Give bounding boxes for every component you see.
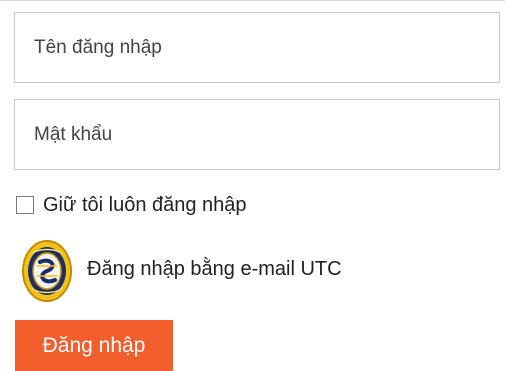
remember-me-label[interactable]: Giữ tôi luôn đăng nhập <box>43 193 247 217</box>
password-input[interactable] <box>14 99 500 170</box>
utc-email-login-label[interactable]: Đăng nhập bằng e-mail UTC <box>87 257 342 281</box>
utc-logo-icon[interactable] <box>22 240 72 302</box>
remember-me-option[interactable]: Giữ tôi luôn đăng nhập <box>16 193 247 217</box>
utc-email-login-link[interactable]: Đăng nhập bằng e-mail UTC <box>22 238 342 304</box>
username-input[interactable] <box>14 12 500 83</box>
top-divider <box>0 0 505 1</box>
login-button[interactable]: Đăng nhập <box>15 320 173 371</box>
login-panel: Giữ tôi luôn đăng nhập Đăng nhập bằng e-… <box>0 0 505 371</box>
remember-me-checkbox[interactable] <box>16 196 34 214</box>
